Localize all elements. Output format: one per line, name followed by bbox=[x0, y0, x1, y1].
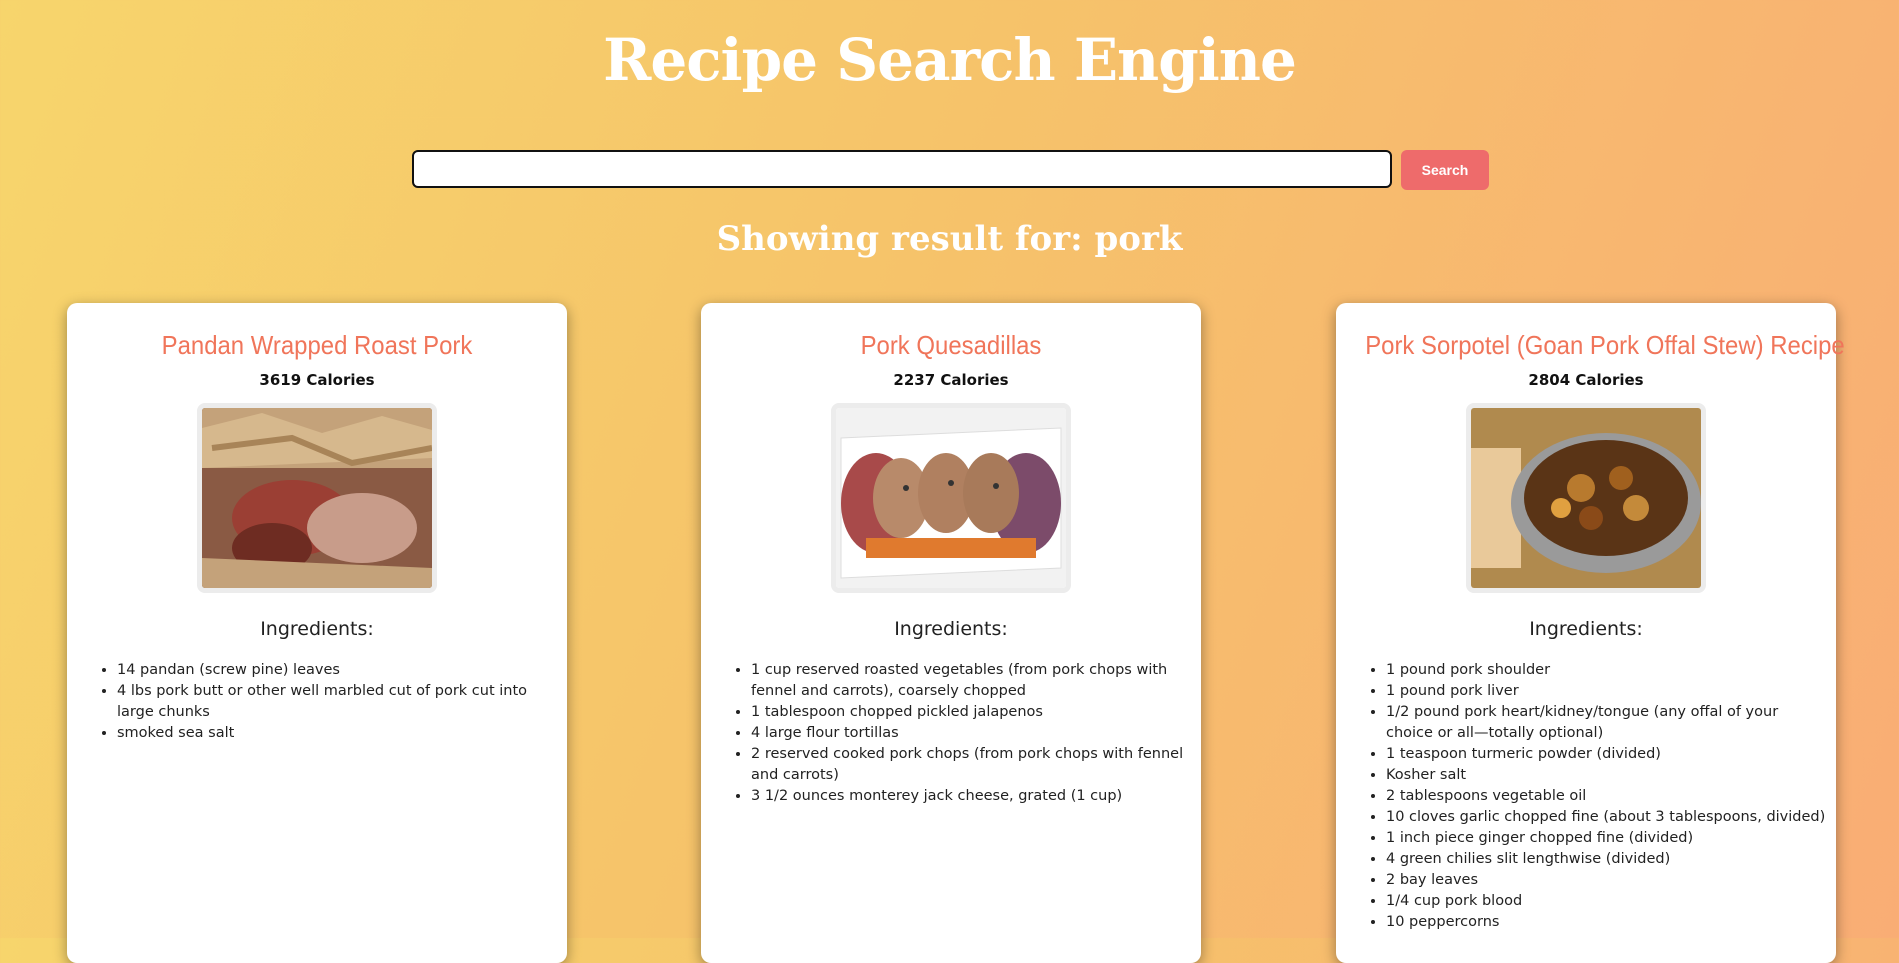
search-button[interactable]: Search bbox=[1401, 150, 1489, 190]
ingredient-item: 1 pound pork liver bbox=[1386, 681, 1826, 702]
ingredient-item: 1 cup reserved roasted vegetables (from … bbox=[751, 660, 1191, 702]
ingredient-item: Kosher salt bbox=[1386, 765, 1826, 786]
recipe-card: Pork Sorpotel (Goan Pork Offal Stew) Rec… bbox=[1336, 303, 1845, 963]
ingredient-item: 2 bay leaves bbox=[1386, 870, 1826, 891]
recipe-calories: 2237 Calories bbox=[893, 371, 1009, 389]
recipe-card: Pandan Wrapped Roast Pork 3619 Calories … bbox=[67, 303, 567, 963]
ingredients-heading: Ingredients: bbox=[260, 618, 374, 640]
ingredient-item: 14 pandan (screw pine) leaves bbox=[117, 660, 557, 681]
ingredient-item: 3 1/2 ounces monterey jack cheese, grate… bbox=[751, 786, 1191, 807]
recipe-title[interactable]: Pork Quesadillas bbox=[730, 330, 1172, 361]
recipe-card: Pork Quesadillas 2237 Calories Ingredien… bbox=[701, 303, 1201, 963]
recipe-image bbox=[1466, 403, 1706, 593]
ingredient-item: 1/2 pound pork heart/kidney/tongue (any … bbox=[1386, 702, 1826, 744]
page-title: Recipe Search Engine bbox=[603, 26, 1297, 94]
ingredient-item: 2 tablespoons vegetable oil bbox=[1386, 786, 1826, 807]
recipe-title[interactable]: Pandan Wrapped Roast Pork bbox=[96, 330, 538, 361]
search-input[interactable] bbox=[412, 150, 1392, 188]
recipe-calories: 3619 Calories bbox=[259, 371, 375, 389]
ingredient-item: 1 teaspoon turmeric powder (divided) bbox=[1386, 744, 1826, 765]
ingredients-list: 14 pandan (screw pine) leaves 4 lbs pork… bbox=[77, 660, 557, 744]
ingredient-item: 4 green chilies slit lengthwise (divided… bbox=[1386, 849, 1826, 870]
recipe-image bbox=[831, 403, 1071, 593]
ingredient-item: smoked sea salt bbox=[117, 723, 557, 744]
ingredient-item: 1 inch piece ginger chopped fine (divide… bbox=[1386, 828, 1826, 849]
recipe-title[interactable]: Pork Sorpotel (Goan Pork Offal Stew) Rec… bbox=[1365, 330, 1845, 361]
ingredient-item: 1/4 cup pork blood bbox=[1386, 891, 1826, 912]
recipe-calories: 2804 Calories bbox=[1528, 371, 1644, 389]
ingredient-item: 4 lbs pork butt or other well marbled cu… bbox=[117, 681, 557, 723]
ingredients-list: 1 cup reserved roasted vegetables (from … bbox=[711, 660, 1191, 807]
ingredients-heading: Ingredients: bbox=[894, 618, 1008, 640]
ingredient-item: 10 peppercorns bbox=[1386, 912, 1826, 933]
ingredient-item: 10 cloves garlic chopped fine (about 3 t… bbox=[1386, 807, 1826, 828]
ingredient-item: 1 pound pork shoulder bbox=[1386, 660, 1826, 681]
ingredient-item: 1 tablespoon chopped pickled jalapenos bbox=[751, 702, 1191, 723]
ingredients-heading: Ingredients: bbox=[1529, 618, 1643, 640]
ingredient-item: 2 reserved cooked pork chops (from pork … bbox=[751, 744, 1191, 786]
results-heading: Showing result for: pork bbox=[716, 219, 1183, 259]
recipe-image bbox=[197, 403, 437, 593]
ingredient-item: 4 large flour tortillas bbox=[751, 723, 1191, 744]
ingredients-list: 1 pound pork shoulder 1 pound pork liver… bbox=[1346, 660, 1826, 933]
